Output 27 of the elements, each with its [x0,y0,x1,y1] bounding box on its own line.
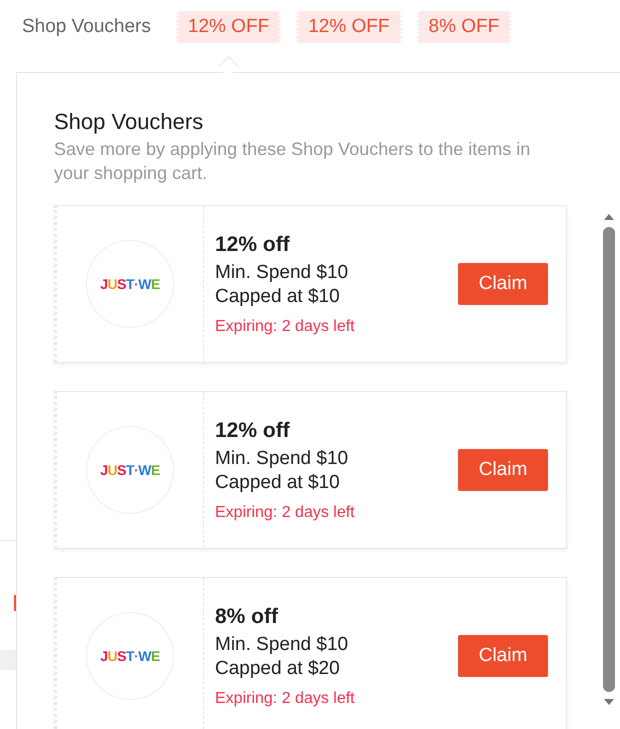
claim-button[interactable]: Claim [458,263,548,305]
discount-text: 8% off [215,604,279,628]
popup-title: Shop Vouchers [54,109,204,135]
expiry-text: Expiring: 2 days left [215,318,356,336]
cap-text: Capped at $10 [215,470,341,494]
cap-text: Capped at $20 [215,656,341,680]
voucher-tag[interactable]: 12% OFF [296,11,402,43]
voucher-tag[interactable]: 12% OFF [176,11,282,43]
discount-text: 12% off [215,418,291,442]
tab-edge [14,595,16,611]
voucher-tag[interactable]: 8% OFF [416,11,512,43]
cap-text: Capped at $10 [215,284,341,308]
shop-logo: JUST·WE [86,612,174,700]
shop-logo: JUST·WE [86,240,174,328]
min-spend-text: Min. Spend $10 [215,632,350,656]
claim-button[interactable]: Claim [458,449,548,491]
popup-subtitle: Save more by applying these Shop Vouchers to the items in your shopping cart. [54,138,532,185]
shop-vouchers-label: Shop Vouchers [22,16,151,38]
scroll-down-icon[interactable] [603,698,615,706]
shop-logo: JUST·WE [86,426,174,514]
discount-text: 12% off [215,232,291,256]
claim-button[interactable]: Claim [458,635,548,677]
expiry-text: Expiring: 2 days left [215,690,356,708]
min-spend-text: Min. Spend $10 [215,446,350,470]
expiry-text: Expiring: 2 days left [215,504,356,522]
scroll-up-icon[interactable] [603,213,615,221]
min-spend-text: Min. Spend $10 [215,260,350,284]
